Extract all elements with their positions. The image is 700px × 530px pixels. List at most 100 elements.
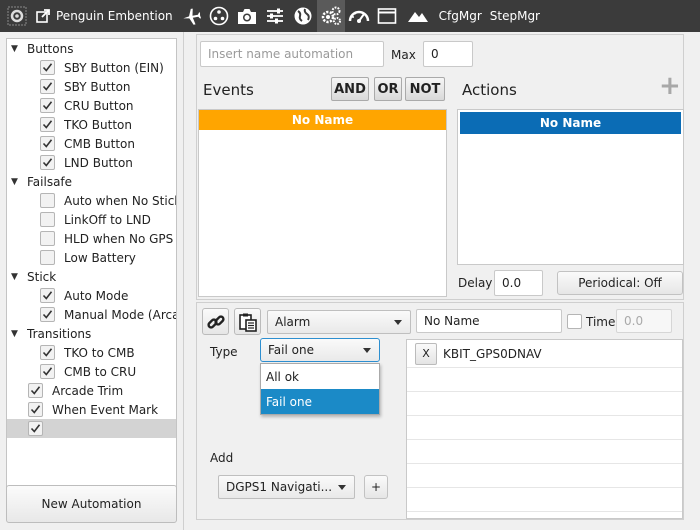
tree-group-failsafe[interactable]: ▼ Failsafe	[7, 172, 176, 191]
tree-item-empty[interactable]	[7, 419, 176, 438]
tree-group-label: Transitions	[27, 326, 92, 341]
tree-item-checkbox[interactable]	[40, 79, 55, 94]
tree-item-auto-mode[interactable]: Auto Mode	[7, 286, 176, 305]
tree-item-cru-button[interactable]: CRU Button	[7, 96, 176, 115]
or-button[interactable]: OR	[374, 77, 402, 101]
tree-item-tko-to-cmb[interactable]: TKO to CMB	[7, 343, 176, 362]
tree-item-label: Manual Mode (Arcade)	[64, 307, 176, 322]
delay-input[interactable]: 0.0	[494, 270, 543, 296]
event-name-input[interactable]: No Name	[416, 309, 562, 333]
add-alarm-button[interactable]: +	[364, 475, 388, 499]
tree-item-checkbox[interactable]	[40, 117, 55, 132]
alarm-list[interactable]: X KBIT_GPS0DNAV	[406, 339, 683, 519]
event-item-label: No Name	[291, 113, 354, 127]
actions-list[interactable]: No Name	[457, 109, 684, 265]
periodical-button[interactable]: Periodical: Off	[557, 271, 683, 295]
tree-group-stick[interactable]: ▼ Stick	[7, 267, 176, 286]
tree-item-linkoff-to-lnd[interactable]: LinkOff to LND	[7, 210, 176, 229]
paste-icon[interactable]	[234, 308, 261, 335]
link-icon[interactable]	[202, 308, 229, 335]
tree-item-sby-button[interactable]: SBY Button	[7, 77, 176, 96]
sliders-icon[interactable]	[261, 0, 289, 32]
tree-item-label: Arcade Trim	[52, 383, 124, 398]
automation-name-input[interactable]: Insert name automation	[200, 41, 384, 67]
event-type-select[interactable]: Alarm	[267, 310, 411, 334]
app-title[interactable]: Penguin Embention	[52, 0, 177, 32]
alarm-row[interactable]: X KBIT_GPS0DNAV	[407, 340, 682, 368]
remove-alarm-button[interactable]: X	[415, 342, 437, 365]
window-icon[interactable]	[373, 0, 401, 32]
expand-triangle-icon[interactable]: ▼	[11, 329, 21, 339]
time-input[interactable]: 0.0	[616, 309, 672, 333]
max-value: 0	[431, 47, 439, 61]
settings-gear-icon[interactable]	[0, 0, 34, 32]
cfgmgr-button[interactable]: CfgMgr	[435, 0, 486, 32]
and-button[interactable]: AND	[331, 77, 369, 101]
tree-item-checkbox[interactable]	[40, 345, 55, 360]
stepmgr-button[interactable]: StepMgr	[486, 0, 544, 32]
globe-icon[interactable]	[289, 0, 317, 32]
main-toolbar: Penguin Embention CfgMgr StepMgr	[0, 0, 700, 32]
open-external-icon[interactable]	[34, 0, 52, 32]
tree-item-tko-button[interactable]: TKO Button	[7, 115, 176, 134]
speedometer-icon[interactable]	[345, 0, 373, 32]
add-action-icon[interactable]: +	[659, 71, 681, 101]
type-option-all-ok[interactable]: All ok	[261, 364, 379, 389]
expand-triangle-icon[interactable]: ▼	[11, 177, 21, 187]
gears-icon[interactable]	[316, 0, 345, 32]
alarm-empty-row	[407, 440, 682, 464]
automation-definition-box: Insert name automation Max 0 Events AND …	[196, 34, 684, 300]
not-button[interactable]: NOT	[405, 77, 445, 101]
tree-item-arcade-trim[interactable]: Arcade Trim	[7, 381, 176, 400]
tree-item-checkbox[interactable]	[40, 231, 55, 246]
tree-item-checkbox[interactable]	[40, 250, 55, 265]
tree-group-label: Stick	[27, 269, 57, 284]
tree-item-lnd-button[interactable]: LND Button	[7, 153, 176, 172]
tree-item-checkbox[interactable]	[40, 307, 55, 322]
automation-tree[interactable]: ▼ Buttons SBY Button (EIN) SBY Button CRU Bu…	[6, 38, 177, 510]
tree-item-cmb-to-cru[interactable]: CMB to CRU	[7, 362, 176, 381]
tree-item-cmb-button[interactable]: CMB Button	[7, 134, 176, 153]
tree-item-hld-when-no-gps[interactable]: HLD when No GPS	[7, 229, 176, 248]
type-option-fail-one[interactable]: Fail one	[261, 389, 379, 414]
tree-item-checkbox[interactable]	[40, 212, 55, 227]
expand-triangle-icon[interactable]: ▼	[11, 44, 21, 54]
tree-item-checkbox[interactable]	[28, 402, 43, 417]
type-select[interactable]: Fail one	[260, 338, 380, 362]
mountains-icon[interactable]	[401, 0, 435, 32]
tree-item-sby-button-ein[interactable]: SBY Button (EIN)	[7, 58, 176, 77]
tree-item-low-battery[interactable]: Low Battery	[7, 248, 176, 267]
tree-item-checkbox[interactable]	[40, 155, 55, 170]
event-type-value: Alarm	[275, 315, 311, 329]
tree-item-when-event-mark[interactable]: When Event Mark	[7, 400, 176, 419]
time-checkbox[interactable]	[567, 314, 582, 329]
tree-group-transitions[interactable]: ▼ Transitions	[7, 324, 176, 343]
type-select-value: Fail one	[268, 343, 314, 357]
events-list[interactable]: No Name	[198, 109, 447, 297]
expand-triangle-icon[interactable]: ▼	[11, 272, 21, 282]
network-icon[interactable]	[205, 0, 233, 32]
tree-item-checkbox[interactable]	[40, 98, 55, 113]
max-input[interactable]: 0	[423, 41, 473, 67]
camera-icon[interactable]	[233, 0, 261, 32]
tree-item-manual-mode-arcade[interactable]: Manual Mode (Arcade)	[7, 305, 176, 324]
alarm-empty-row	[407, 488, 682, 512]
tree-group-label: Failsafe	[27, 174, 73, 189]
add-source-select[interactable]: DGPS1 Navigati...	[218, 475, 355, 499]
tree-item-checkbox[interactable]	[40, 136, 55, 151]
tree-item-checkbox[interactable]	[40, 288, 55, 303]
tree-item-checkbox[interactable]	[40, 193, 55, 208]
new-automation-button[interactable]: New Automation	[6, 485, 177, 523]
tree-item-checkbox[interactable]	[28, 383, 43, 398]
delay-value: 0.0	[502, 276, 522, 290]
tree-item-checkbox[interactable]	[40, 364, 55, 379]
automation-name-placeholder: Insert name automation	[208, 47, 354, 61]
airplane-icon[interactable]	[177, 0, 205, 32]
tree-item-label: Low Battery	[64, 250, 136, 265]
tree-group-buttons[interactable]: ▼ Buttons	[7, 39, 176, 58]
tree-item-auto-when-no-stick[interactable]: Auto when No Stick	[7, 191, 176, 210]
tree-item-checkbox[interactable]	[40, 60, 55, 75]
tree-item-checkbox[interactable]	[28, 421, 43, 436]
event-item[interactable]: No Name	[199, 110, 446, 130]
action-item[interactable]: No Name	[460, 112, 681, 134]
